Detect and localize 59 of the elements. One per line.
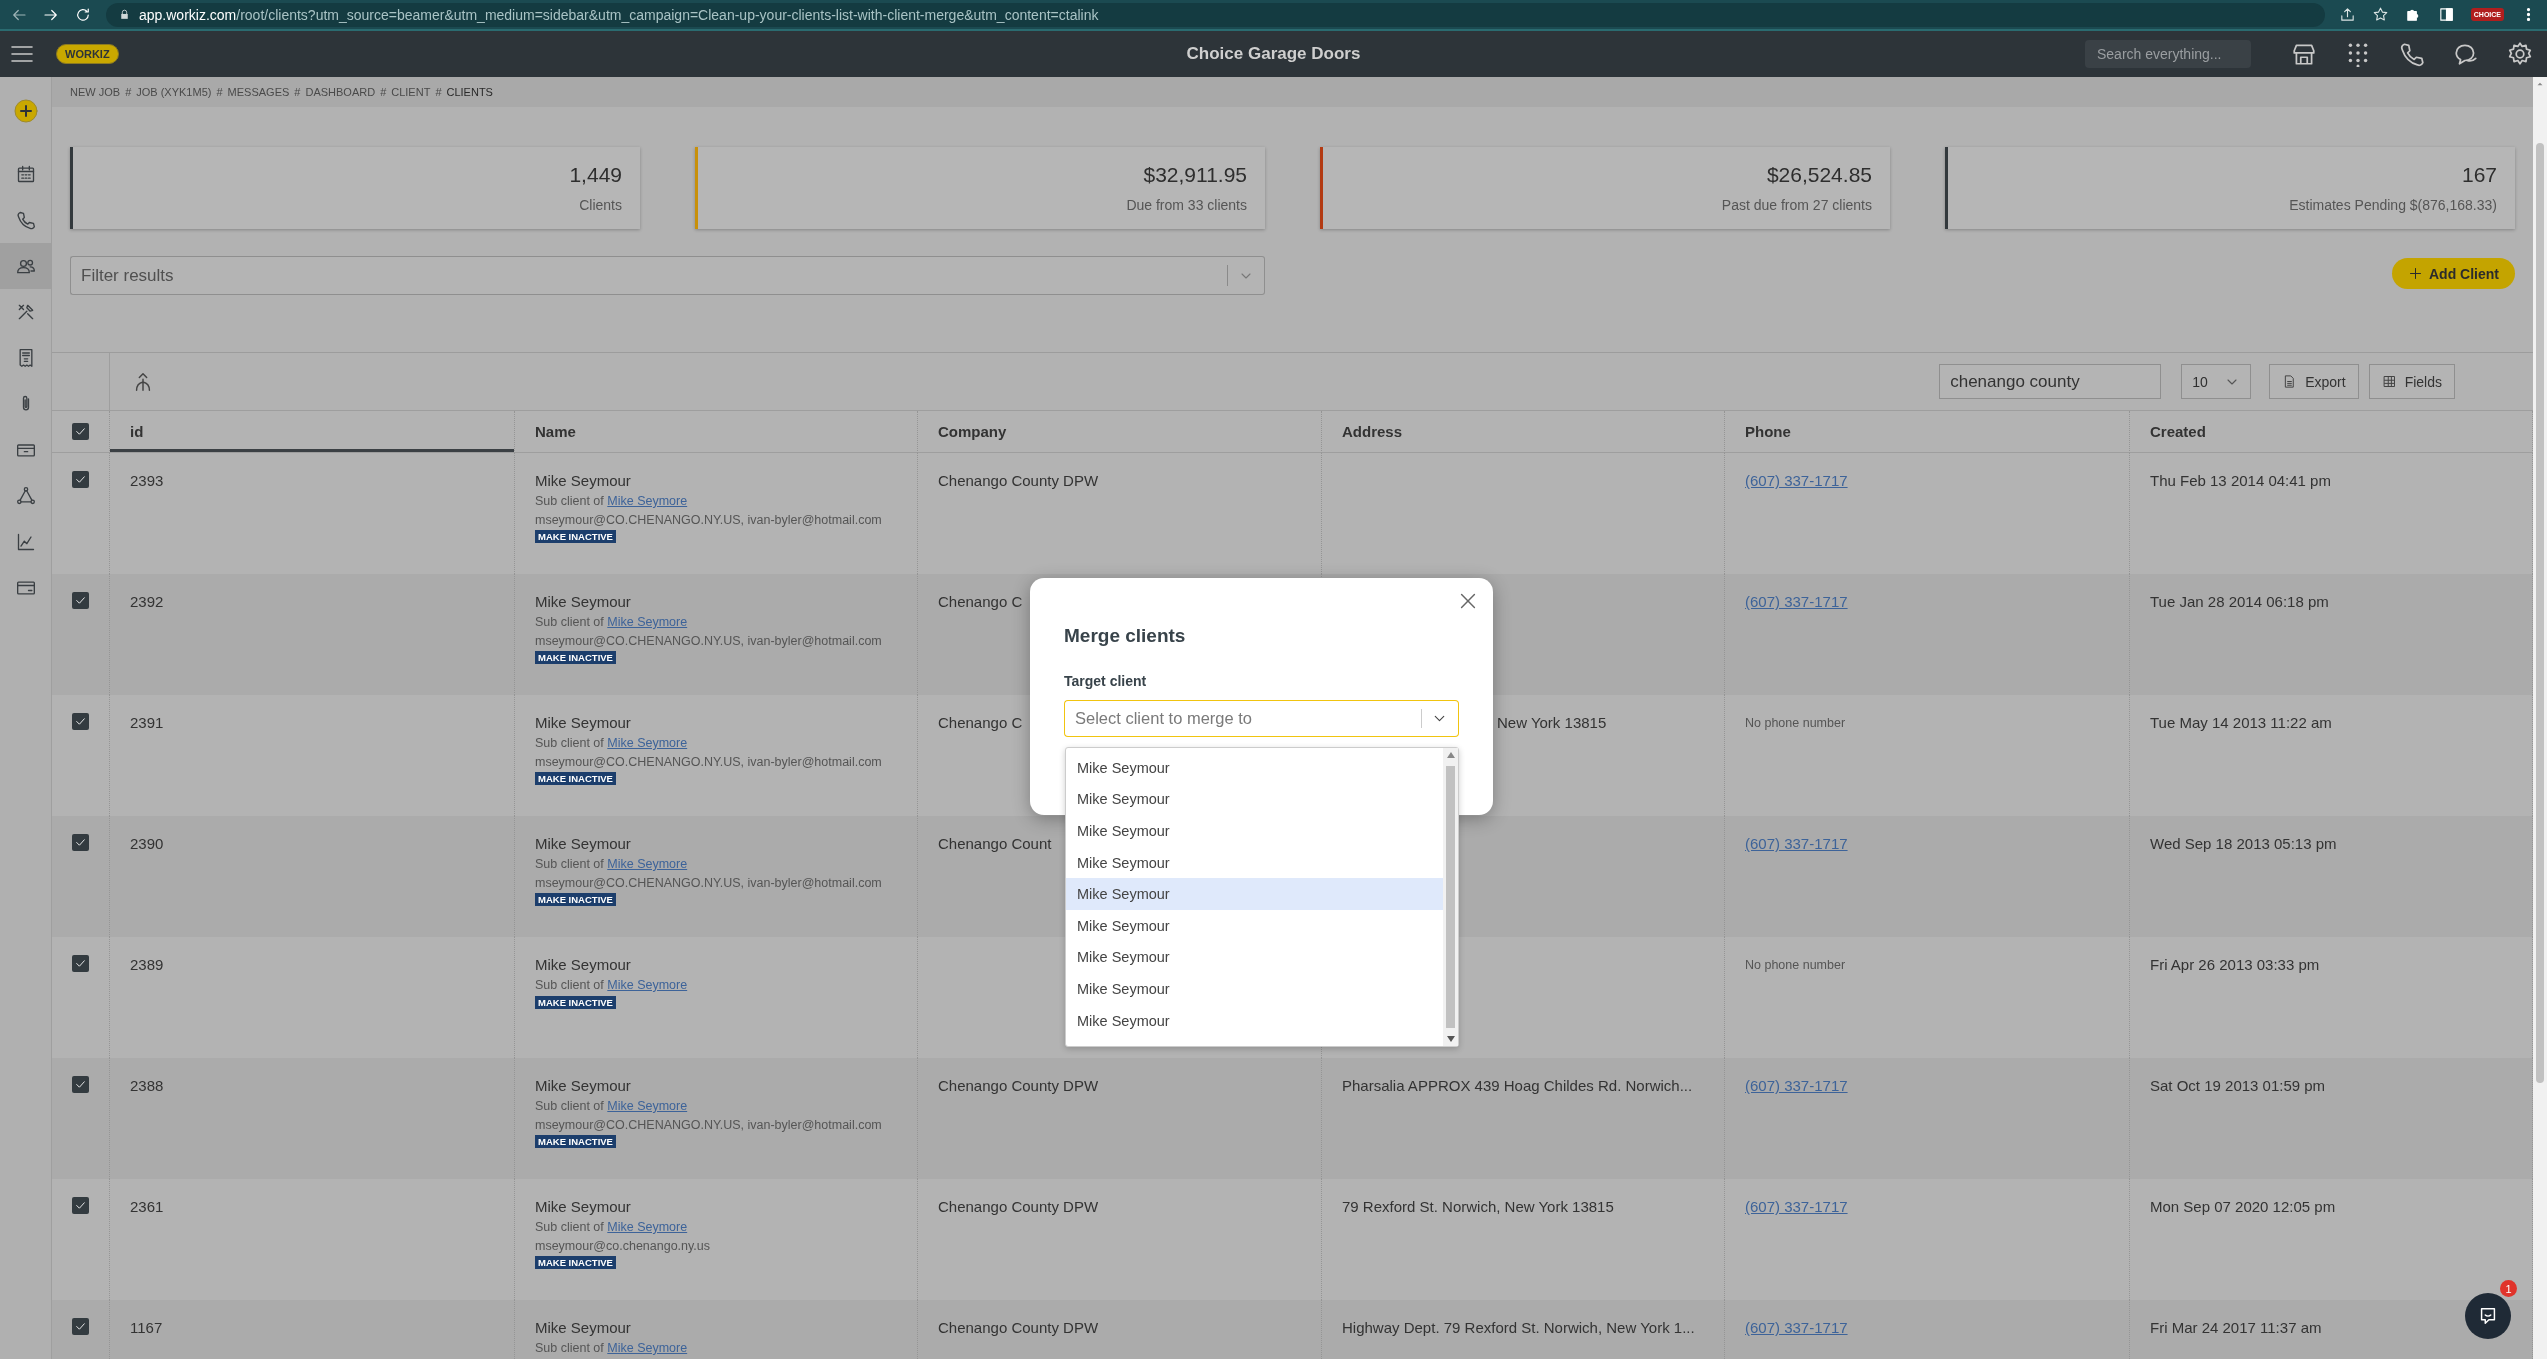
- breadcrumb-separator: #: [125, 86, 132, 98]
- sub-client-text: Sub client of Mike Seymore: [535, 856, 688, 873]
- company-cell: Chenango County DPW: [938, 471, 1099, 491]
- id-cell: 2361: [130, 1197, 164, 1217]
- created-cell: Sat Oct 19 2013 01:59 pm: [2150, 1076, 2326, 1096]
- sub-client-text: Sub client of Mike Seymore: [535, 614, 688, 631]
- stat-label: Due from 33 clients: [1126, 197, 1247, 213]
- address-cell: Pharsalia APPROX 439 Hoag Childes Rd. Norwich...: [1342, 1076, 1693, 1096]
- email-text: mseymour@CO.CHENANGO.NY.US, ivan-byler@hotmail.com: [535, 875, 882, 892]
- created-cell: Thu Feb 13 2014 04:41 pm: [2150, 471, 2331, 491]
- no-phone-text: No phone number: [1745, 957, 1846, 974]
- email-text: mseymour@CO.CHENANGO.NY.US, ivan-byler@hotmail.com: [535, 1117, 882, 1134]
- address-cell: Highway Dept. 79 Rexford St. Norwich, New York 1...: [1342, 1318, 1695, 1338]
- company-title: Choice Garage Doors: [1186, 44, 1361, 64]
- dialog-title: Merge clients: [1064, 625, 1186, 647]
- sub-client-text: Sub client of Mike Seymore: [535, 735, 688, 752]
- created-cell: Wed Sep 18 2013 05:13 pm: [2150, 834, 2337, 854]
- company-cell: Chenango Count: [938, 834, 1052, 854]
- company-cell: Chenango County DPW: [938, 1197, 1099, 1217]
- stat-label: Past due from 27 clients: [1721, 197, 1872, 213]
- stat-label: Estimates Pending $(876,168.33): [2289, 197, 2497, 213]
- email-text: mseymour@CO.CHENANGO.NY.US, ivan-byler@hotmail.com: [535, 512, 882, 529]
- id-cell: 2393: [130, 471, 164, 491]
- id-cell: 2390: [130, 834, 164, 854]
- field-label: Target client: [1064, 673, 1147, 689]
- id-cell: 2388: [130, 1076, 164, 1096]
- company-cell: Chenango County DPW: [938, 1318, 1099, 1338]
- breadcrumb-separator: #: [216, 86, 223, 98]
- breadcrumb-separator: #: [435, 86, 442, 98]
- company-cell: Chenango County DPW: [938, 1076, 1099, 1096]
- id-cell: 2389: [130, 955, 164, 975]
- stat-value: 167: [2461, 163, 2497, 187]
- no-phone-text: No phone number: [1745, 715, 1846, 732]
- stat-value: 1,449: [569, 163, 622, 187]
- sub-client-text: Sub client of Mike Seymore: [535, 1219, 688, 1236]
- stat-value: $32,911.95: [1143, 163, 1247, 187]
- email-text: mseymour@CO.CHENANGO.NY.US, ivan-byler@hotmail.com: [535, 633, 882, 650]
- created-cell: Tue May 14 2013 11:22 am: [2150, 713, 2332, 733]
- created-cell: Tue Jan 28 2014 06:18 pm: [2150, 592, 2329, 612]
- address-cell: 79 Rexford St. Norwich, New York 13815: [1342, 1197, 1614, 1217]
- id-cell: 1167: [130, 1318, 163, 1338]
- sub-client-text: Sub client of Mike Seymore: [535, 1340, 688, 1357]
- breadcrumb-separator: #: [380, 86, 387, 98]
- company-cell: Chenango C: [938, 713, 1023, 733]
- id-cell: 2391: [130, 713, 164, 733]
- company-cell: Chenango C: [938, 592, 1023, 612]
- sub-client-text: Sub client of Mike Seymore: [535, 493, 688, 510]
- address-cell: New York 13815: [1497, 713, 1607, 733]
- stat-label: Clients: [579, 197, 622, 213]
- created-cell: Fri Mar 24 2017 11:37 am: [2150, 1318, 2322, 1338]
- sub-client-text: Sub client of Mike Seymore: [535, 977, 688, 994]
- email-text: mseymour@co.chenango.ny.us: [535, 1238, 711, 1255]
- email-text: mseymour@CO.CHENANGO.NY.US, ivan-byler@hotmail.com: [535, 754, 882, 771]
- breadcrumb-separator: #: [294, 86, 301, 98]
- id-cell: 2392: [130, 592, 164, 612]
- created-cell: Fri Apr 26 2013 03:33 pm: [2150, 955, 2320, 975]
- sub-client-text: Sub client of Mike Seymore: [535, 1098, 688, 1115]
- created-cell: Mon Sep 07 2020 12:05 pm: [2150, 1197, 2336, 1217]
- stat-value: $26,524.85: [1766, 163, 1872, 187]
